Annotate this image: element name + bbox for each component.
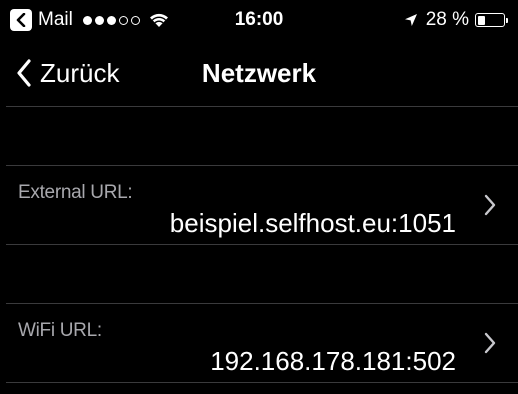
navigation-bar: Zurück Netzwerk: [0, 40, 518, 106]
wifi-url-label: WiFi URL:: [18, 320, 102, 341]
chevron-right-icon: [484, 194, 496, 216]
signal-strength-icon: [82, 15, 143, 25]
wifi-icon: [149, 13, 168, 27]
battery-tip: [506, 17, 508, 23]
external-url-row[interactable]: External URL: beispiel.selfhost.eu:1051: [0, 166, 518, 244]
back-app-name: Mail: [38, 9, 73, 30]
external-url-value: beispiel.selfhost.eu:1051: [169, 208, 456, 238]
battery-icon: [475, 13, 505, 27]
settings-table: External URL: beispiel.selfhost.eu:1051 …: [0, 106, 518, 383]
location-arrow-icon: [404, 14, 417, 26]
page-title: Netzwerk: [201, 58, 317, 88]
signal-dot: [130, 15, 140, 25]
external-url-label: External URL:: [18, 182, 133, 203]
signal-dot: [82, 15, 92, 25]
status-bar: Mail 16:00 28 %: [0, 0, 518, 40]
back-arrow-icon: [10, 9, 32, 31]
signal-dot: [106, 15, 116, 25]
status-right: 28 %: [404, 9, 508, 31]
wifi-url-value: 192.168.178.181:502: [210, 346, 456, 376]
battery-level: [477, 15, 485, 25]
signal-dot: [118, 15, 128, 25]
wifi-url-row[interactable]: WiFi URL: 192.168.178.181:502: [0, 304, 518, 382]
screen: Mail 16:00 28 % Zurück Netzwerk External…: [0, 0, 518, 394]
battery-percent: 28 %: [425, 9, 469, 30]
signal-dot: [94, 15, 104, 25]
separator: [6, 382, 518, 383]
back-to-app[interactable]: Mail: [10, 9, 169, 31]
chevron-right-icon: [484, 332, 496, 354]
